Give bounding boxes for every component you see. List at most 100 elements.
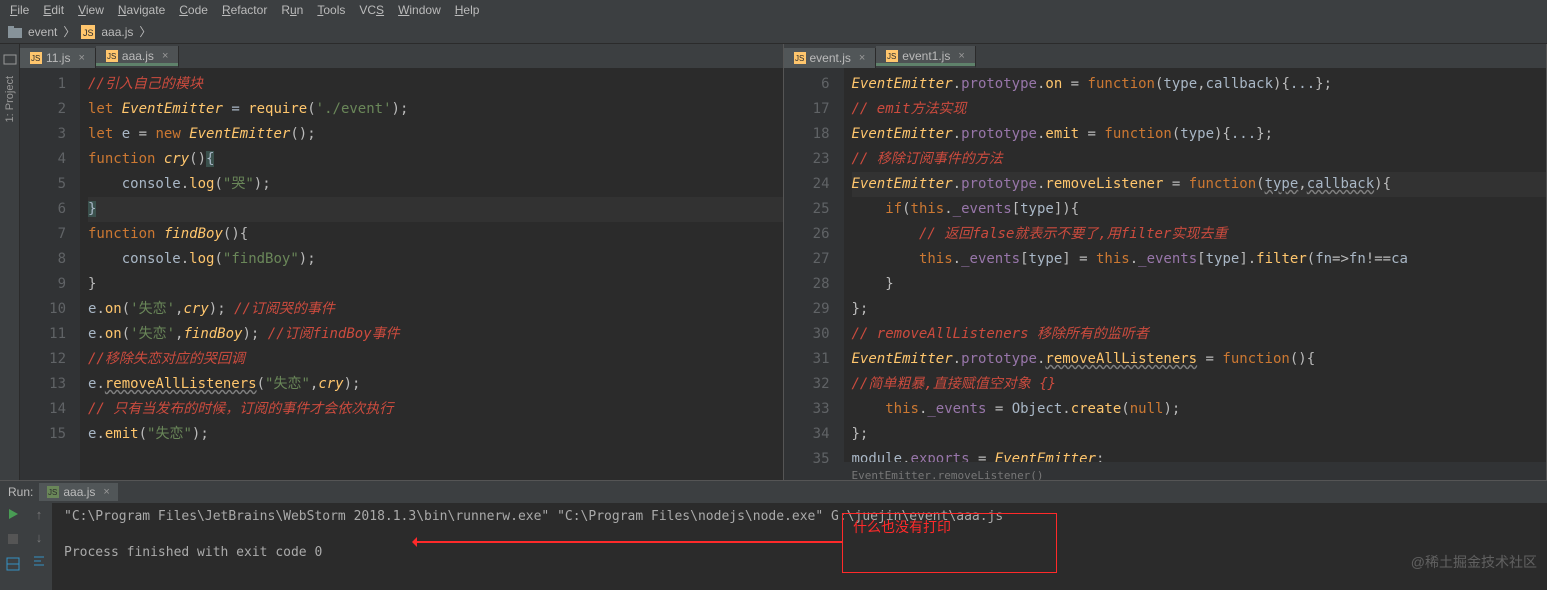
editor-breadcrumb-right[interactable]: EventEmitter.removeListener() — [844, 462, 1547, 480]
rerun-icon[interactable] — [6, 507, 20, 524]
breadcrumb-file[interactable]: aaa.js — [101, 25, 133, 39]
code-line[interactable]: e.removeAllListeners("失恋",cry); — [88, 372, 783, 397]
tab-aaa-js[interactable]: JSaaa.js× — [96, 46, 179, 68]
console-line: Process finished with exit code 0 — [64, 545, 1535, 563]
code-line[interactable]: EventEmitter.prototype.emit = function(t… — [852, 122, 1547, 147]
code-line[interactable]: EventEmitter.prototype.on = function(typ… — [852, 72, 1547, 97]
project-stripe-label: 1: Project — [4, 76, 16, 122]
run-tab-label: aaa.js — [63, 485, 95, 499]
code-line[interactable]: function cry(){ — [88, 147, 783, 172]
console-line: "C:\Program Files\JetBrains\WebStorm 201… — [64, 509, 1535, 527]
annotation-arrow — [417, 541, 842, 543]
code-line[interactable]: // 移除订阅事件的方法 — [852, 147, 1547, 172]
menu-run[interactable]: Run — [281, 3, 303, 17]
run-subaction-bar: ↑ ↓ — [26, 503, 52, 590]
annotation-box: 什么也没有打印 — [842, 513, 1057, 573]
run-tab[interactable]: JS aaa.js × — [39, 483, 117, 501]
svg-text:JS: JS — [887, 52, 896, 61]
menu-refactor[interactable]: Refactor — [222, 3, 267, 17]
code-line[interactable]: // 只有当发布的时候，订阅的事件才会依次执行 — [88, 397, 783, 422]
code-line[interactable]: // emit方法实现 — [852, 97, 1547, 122]
menu-tools[interactable]: Tools — [317, 3, 345, 17]
code-line[interactable]: } — [852, 272, 1547, 297]
editor-tabs-left: JS11.js×JSaaa.js× — [20, 44, 783, 68]
up-icon[interactable]: ↑ — [36, 507, 43, 522]
watermark: @稀土掘金技术社区 — [1411, 552, 1537, 572]
js-file-icon: JS — [794, 52, 806, 64]
folder-icon — [8, 26, 22, 38]
code-area-right[interactable]: 6171823242526272829303132333435 EventEmi… — [784, 68, 1547, 480]
tab-11-js[interactable]: JS11.js× — [20, 48, 96, 68]
gutter-right: 6171823242526272829303132333435 — [784, 68, 844, 480]
code-right[interactable]: EventEmitter.prototype.on = function(typ… — [844, 68, 1547, 480]
svg-text:JS: JS — [83, 28, 94, 38]
menu-code[interactable]: Code — [179, 3, 208, 17]
menu-bar: File Edit View Navigate Code Refactor Run Tools… — [0, 0, 1547, 20]
menu-file[interactable]: File — [10, 3, 29, 17]
svg-text:JS: JS — [48, 488, 57, 497]
svg-text:JS: JS — [31, 54, 40, 63]
menu-help[interactable]: Help — [455, 3, 480, 17]
breadcrumb: event 〉 JS aaa.js 〉 — [0, 20, 1547, 44]
close-icon[interactable]: × — [162, 50, 168, 62]
run-header: Run: JS aaa.js × — [0, 481, 1547, 503]
js-file-icon: JS — [106, 50, 118, 62]
project-icon — [3, 52, 17, 66]
code-line[interactable]: e.on('失恋',cry); //订阅哭的事件 — [88, 297, 783, 322]
stop-icon[interactable] — [6, 532, 20, 549]
js-file-icon: JS — [81, 25, 95, 39]
run-toolwindow: Run: JS aaa.js × ↑ ↓ 什么也没有打印 "C:\Program… — [0, 480, 1547, 590]
code-line[interactable]: this._events = Object.create(null); — [852, 397, 1547, 422]
project-toolwindow-stripe[interactable]: 1: Project — [0, 44, 20, 480]
menu-window[interactable]: Window — [398, 3, 441, 17]
code-line[interactable]: // 返回false就表示不要了,用filter实现去重 — [852, 222, 1547, 247]
run-label: Run: — [8, 485, 33, 499]
close-icon[interactable]: × — [103, 486, 109, 498]
editor-pane-right: JSevent.js×JSevent1.js× 6171823242526272… — [784, 44, 1547, 480]
svg-text:JS: JS — [107, 52, 116, 61]
code-line[interactable]: let e = new EventEmitter(); — [88, 122, 783, 147]
code-line[interactable]: if(this._events[type]){ — [852, 197, 1547, 222]
annotation-text: 什么也没有打印 — [853, 520, 951, 536]
run-console[interactable]: 什么也没有打印 "C:\Program Files\JetBrains\WebS… — [52, 503, 1547, 590]
code-line[interactable]: let EventEmitter = require('./event'); — [88, 97, 783, 122]
code-area-left[interactable]: 123456789101112131415 //引入自己的模块let Event… — [20, 68, 783, 480]
code-line[interactable]: }; — [852, 297, 1547, 322]
menu-edit[interactable]: Edit — [43, 3, 64, 17]
run-action-bar — [0, 503, 26, 590]
editor-pane-left: JS11.js×JSaaa.js× 123456789101112131415 … — [20, 44, 784, 480]
code-line[interactable]: this._events[type] = this._events[type].… — [852, 247, 1547, 272]
code-line[interactable]: e.emit("失恋"); — [88, 422, 783, 447]
editor-tabs-right: JSevent.js×JSevent1.js× — [784, 44, 1547, 68]
code-line[interactable]: } — [88, 272, 783, 297]
menu-view[interactable]: View — [78, 3, 104, 17]
gutter-left: 123456789101112131415 — [20, 68, 80, 480]
close-icon[interactable]: × — [958, 50, 964, 62]
close-icon[interactable]: × — [78, 52, 84, 64]
js-file-icon: JS — [30, 52, 42, 64]
code-line[interactable]: // removeAllListeners 移除所有的监听者 — [852, 322, 1547, 347]
layout-icon[interactable] — [6, 557, 20, 574]
menu-navigate[interactable]: Navigate — [118, 3, 165, 17]
code-line[interactable]: e.on('失恋',findBoy); //订阅findBoy事件 — [88, 322, 783, 347]
tab-event-js[interactable]: JSevent.js× — [784, 48, 877, 68]
menu-vcs[interactable]: VCS — [359, 3, 384, 17]
code-line[interactable]: //移除失恋对应的哭回调 — [88, 347, 783, 372]
code-line[interactable]: EventEmitter.prototype.removeAllListener… — [852, 347, 1547, 372]
down-icon[interactable]: ↓ — [36, 530, 43, 545]
code-line[interactable]: }; — [852, 422, 1547, 447]
close-icon[interactable]: × — [859, 52, 865, 64]
code-line[interactable]: console.log("findBoy"); — [88, 247, 783, 272]
code-line[interactable]: //简单粗暴,直接赋值空对象 {} — [852, 372, 1547, 397]
code-line[interactable]: console.log("哭"); — [88, 172, 783, 197]
js-file-icon: JS — [47, 486, 59, 498]
breadcrumb-folder[interactable]: event — [28, 25, 57, 39]
code-line[interactable]: //引入自己的模块 — [88, 72, 783, 97]
tab-event1-js[interactable]: JSevent1.js× — [876, 46, 975, 68]
code-line[interactable]: EventEmitter.prototype.removeListener = … — [852, 172, 1547, 197]
wrap-icon[interactable] — [32, 553, 46, 570]
code-left[interactable]: //引入自己的模块let EventEmitter = require('./e… — [80, 68, 783, 480]
code-line[interactable]: function findBoy(){ — [88, 222, 783, 247]
js-file-icon: JS — [886, 50, 898, 62]
code-line[interactable]: } — [88, 197, 783, 222]
